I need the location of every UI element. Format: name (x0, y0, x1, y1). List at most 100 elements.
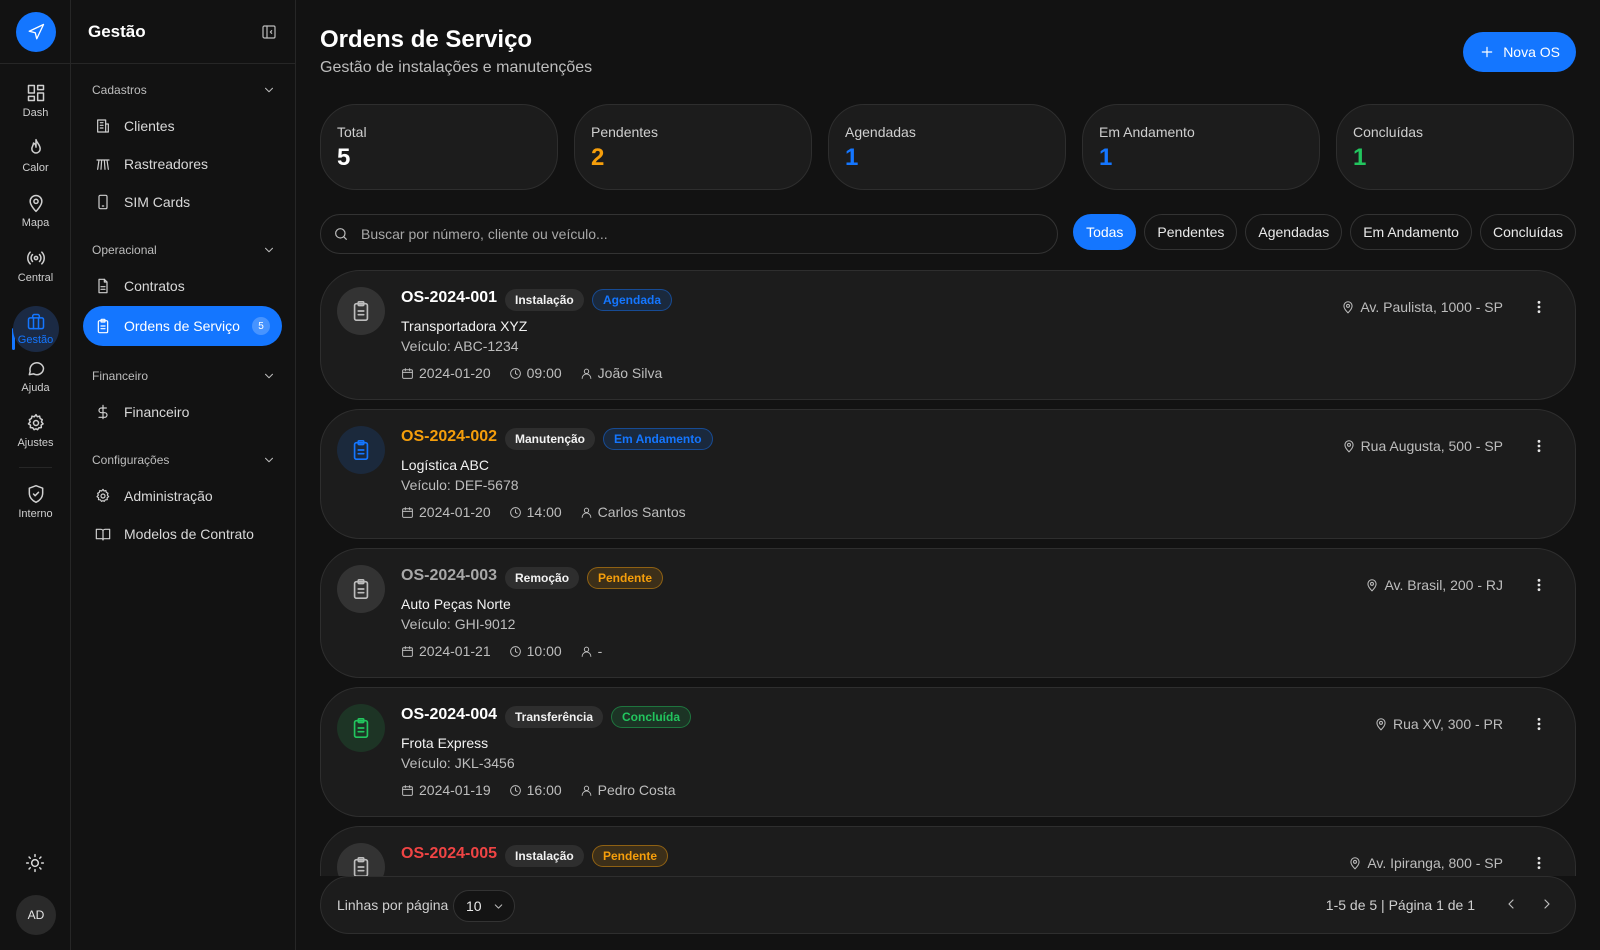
order-number[interactable]: OS-2024-003 (401, 567, 497, 585)
rail-item-ajustes[interactable]: Ajustes (0, 413, 71, 449)
order-location-text: Av. Ipiranga, 800 - SP (1367, 855, 1503, 871)
book-icon (95, 528, 111, 541)
smartphone-icon (98, 194, 108, 210)
order-card[interactable]: OS-2024-002 Manutenção Em Andamento Logí… (320, 409, 1576, 539)
rail-item-ajuda[interactable]: Ajuda (0, 358, 71, 394)
sidebar-item-ordens-de-servico[interactable]: Ordens de Serviço 5 (83, 306, 282, 346)
chat-icon (28, 362, 44, 376)
order-number[interactable]: OS-2024-004 (401, 706, 497, 724)
rail-item-central[interactable]: Central (0, 248, 71, 284)
filter-agendadas[interactable]: Agendadas (1245, 214, 1343, 250)
clipboard-icon (353, 579, 369, 599)
sidebar-collapse-button[interactable] (261, 24, 277, 40)
search-input[interactable] (361, 226, 1001, 242)
theme-toggle[interactable] (25, 853, 45, 873)
sidebar-item-label: Ordens de Serviço (124, 318, 240, 334)
order-technician: João Silva (580, 365, 663, 381)
filter-concluidas[interactable]: Concluídas (1479, 214, 1576, 250)
new-order-button[interactable]: Nova OS (1463, 32, 1576, 72)
order-technician: - (580, 643, 602, 659)
order-location-text: Rua XV, 300 - PR (1393, 716, 1503, 732)
file-text-icon (98, 278, 108, 294)
app-logo[interactable] (16, 12, 56, 52)
sidebar-group-cadastros: Cadastros (71, 80, 296, 100)
clock-icon (509, 784, 521, 796)
flame-icon (30, 138, 41, 154)
order-card[interactable]: OS-2024-003 Remoção Pendente Auto Peças … (320, 548, 1576, 678)
rows-per-page-select[interactable]: 10 (453, 890, 515, 922)
order-more-button[interactable] (1531, 438, 1547, 454)
sidebar-group-configuracoes: Configurações (71, 450, 296, 470)
order-more-button[interactable] (1531, 855, 1547, 871)
stat-label: Agendadas (845, 124, 916, 140)
order-technician-text: João Silva (597, 365, 663, 381)
gear-icon (27, 413, 44, 431)
panel-collapse-icon (262, 24, 276, 39)
rail-item-interno[interactable]: Interno (0, 484, 71, 520)
avatar[interactable]: AD (16, 895, 56, 935)
order-number[interactable]: OS-2024-002 (401, 428, 497, 446)
order-time: 09:00 (509, 365, 562, 381)
stat-label: Pendentes (591, 124, 658, 140)
filter-pendentes[interactable]: Pendentes (1144, 214, 1238, 250)
sidebar-item-contratos[interactable]: Contratos (83, 266, 282, 306)
clock-icon (509, 645, 521, 657)
order-number[interactable]: OS-2024-005 (401, 845, 497, 863)
clock-icon (509, 506, 521, 518)
sidebar-group-header[interactable]: Financeiro (71, 366, 296, 386)
rail-divider (0, 63, 71, 64)
rail-item-dash[interactable]: Dash (0, 83, 71, 119)
order-number[interactable]: OS-2024-001 (401, 289, 497, 307)
clipboard-icon (353, 301, 369, 321)
navigation-icon (28, 23, 45, 40)
order-more-button[interactable] (1531, 577, 1547, 593)
next-page-button[interactable] (1539, 896, 1555, 912)
order-date-text: 2024-01-20 (419, 365, 491, 381)
sidebar-item-clientes[interactable]: Clientes (83, 106, 282, 146)
sidebar-group-operacional: Operacional (71, 240, 296, 260)
stat-label: Concluídas (1353, 124, 1424, 140)
filter-em-andamento[interactable]: Em Andamento (1350, 214, 1472, 250)
sidebar-group-header[interactable]: Cadastros (71, 80, 296, 100)
order-more-button[interactable] (1531, 716, 1547, 732)
rail-item-mapa[interactable]: Mapa (0, 193, 71, 229)
order-more-button[interactable] (1531, 299, 1547, 315)
briefcase-icon (27, 313, 44, 330)
stat-value: 2 (591, 144, 605, 171)
order-date: 2024-01-19 (401, 782, 491, 798)
order-card[interactable]: OS-2024-004 Transferência Concluída Frot… (320, 687, 1576, 817)
rows-per-page-label: Linhas por página (337, 897, 449, 913)
rail-item-gestao[interactable]: Gestão (0, 306, 71, 352)
sidebar-item-financeiro[interactable]: Financeiro (83, 392, 282, 432)
sidebar-group-header[interactable]: Operacional (71, 240, 296, 260)
order-meta: 2024-01-21 10:00 - (401, 643, 620, 659)
filter-todas[interactable]: Todas (1073, 214, 1137, 250)
sidebar-item-label: Modelos de Contrato (124, 526, 254, 542)
sidebar-item-sim-cards[interactable]: SIM Cards (83, 182, 282, 222)
user-icon (581, 507, 591, 518)
status-filters: Todas Pendentes Agendadas Em Andamento C… (1073, 214, 1576, 250)
order-location: Rua Augusta, 500 - SP (1342, 438, 1503, 454)
order-date-text: 2024-01-19 (419, 782, 491, 798)
order-time: 14:00 (509, 504, 562, 520)
prev-page-button[interactable] (1503, 896, 1519, 912)
sidebar-item-rastreadores[interactable]: Rastreadores (83, 144, 282, 184)
rail-label: Gestão (17, 334, 54, 346)
rail-label: Mapa (21, 217, 50, 229)
sidebar-item-administracao[interactable]: Administração (83, 476, 282, 516)
stat-value: 5 (337, 144, 351, 171)
order-card[interactable]: OS-2024-001 Instalação Agendada Transpor… (320, 270, 1576, 400)
order-icon-badge (337, 704, 385, 752)
new-order-label: Nova OS (1503, 44, 1560, 60)
sidebar-group-label: Configurações (92, 453, 170, 467)
clock-icon (509, 367, 521, 379)
sidebar-item-modelos-de-contrato[interactable]: Modelos de Contrato (83, 514, 282, 554)
order-card[interactable]: OS-2024-005 Instalação Pendente Av. Ipir… (320, 826, 1576, 876)
page-subtitle: Gestão de instalações e manutenções (320, 59, 593, 76)
chevron-right-icon (1544, 899, 1550, 909)
rail-label: Dash (22, 107, 49, 119)
rail-item-calor[interactable]: Calor (0, 138, 71, 174)
sidebar-group-header[interactable]: Configurações (71, 450, 296, 470)
calendar-icon (402, 506, 413, 518)
radio-icon (26, 251, 45, 265)
